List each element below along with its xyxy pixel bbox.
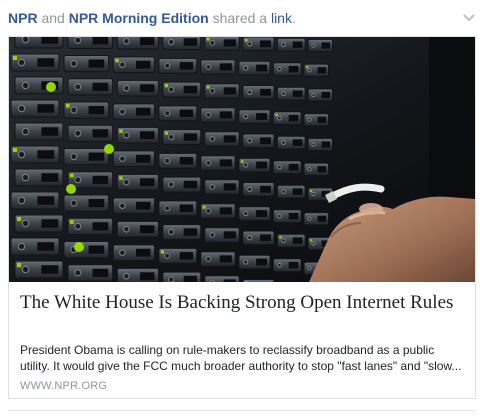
link-preview-image[interactable]	[9, 37, 475, 282]
header-action-text: shared a	[212, 10, 268, 26]
link-source-domain: WWW.NPR.ORG	[20, 380, 108, 392]
story-header: NPR and NPR Morning Edition shared a lin…	[8, 9, 296, 27]
header-connector: and	[41, 10, 65, 26]
actor-link-npr-morning-edition[interactable]: NPR Morning Edition	[69, 10, 209, 26]
link-description-line-1: President Obama is calling on rule-maker…	[20, 343, 435, 357]
link-preview-card[interactable]: The White House Is Backing Strong Open I…	[8, 36, 476, 399]
link-preview-body[interactable]: The White House Is Backing Strong Open I…	[9, 282, 475, 398]
server-rack-photo	[9, 37, 475, 282]
link-description: President Obama is calling on rule-maker…	[20, 342, 466, 374]
link-title[interactable]: The White House Is Backing Strong Open I…	[20, 291, 460, 314]
actor-link-npr[interactable]: NPR	[8, 10, 38, 26]
feed-story: NPR and NPR Morning Edition shared a lin…	[0, 0, 482, 417]
shared-link-word[interactable]: link	[271, 10, 292, 26]
chevron-down-icon[interactable]	[460, 8, 478, 26]
story-bottom-divider	[8, 410, 476, 411]
header-period: .	[291, 10, 296, 26]
link-description-line-2: utility. It would give the FCC much broa…	[20, 359, 462, 373]
